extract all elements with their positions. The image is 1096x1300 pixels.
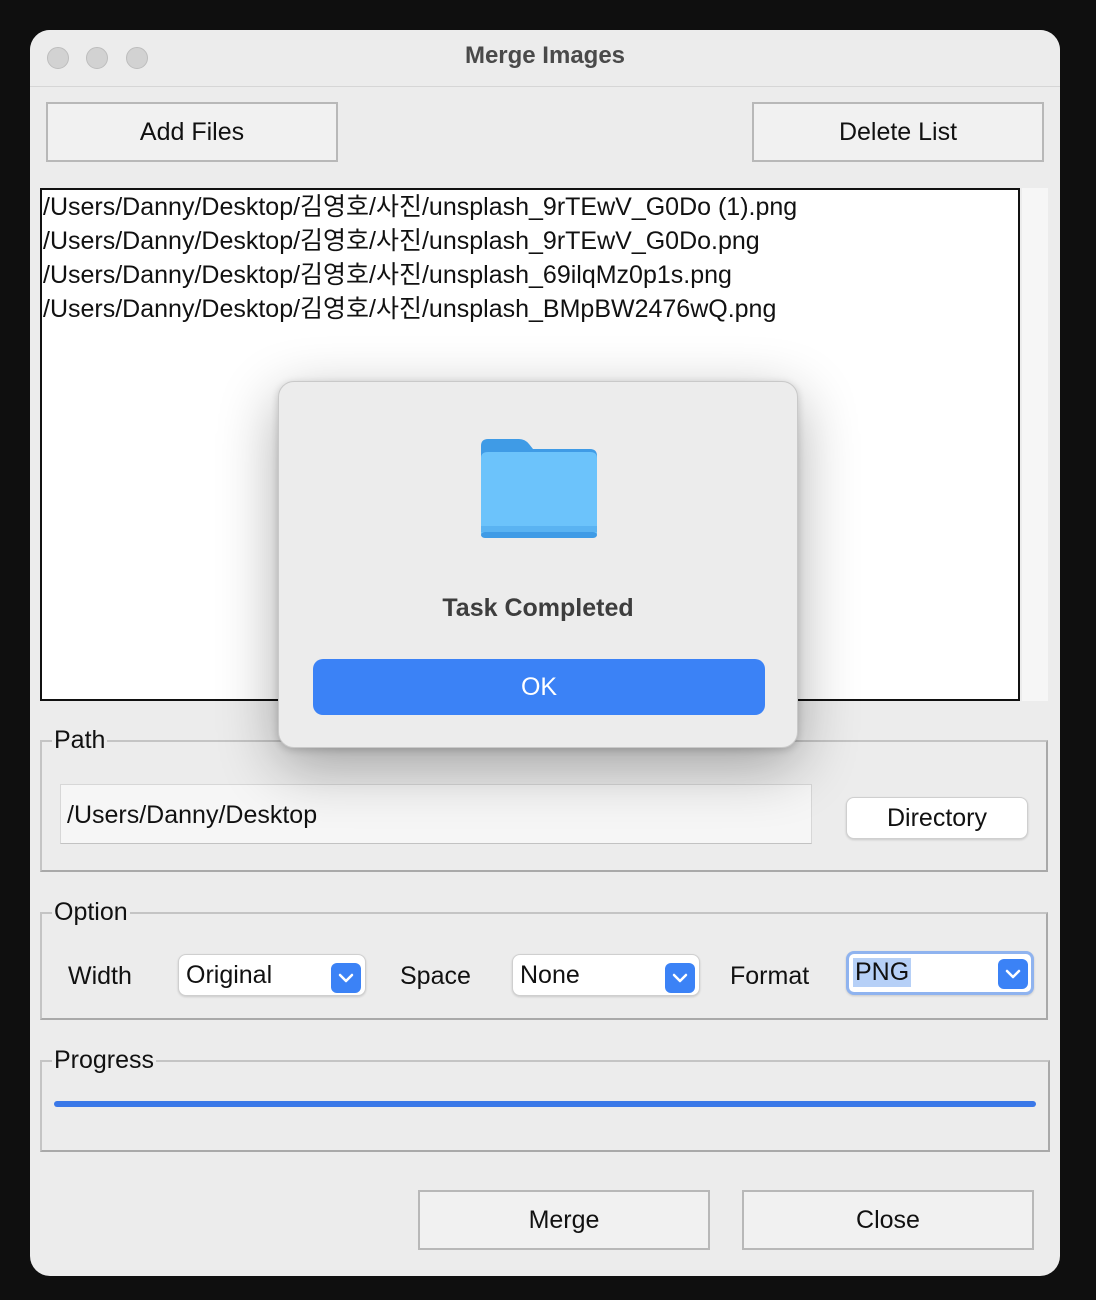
ok-button[interactable]: OK [313, 659, 765, 715]
list-item[interactable]: /Users/Danny/Desktop/김영호/사진/unsplash_9rT… [42, 190, 1018, 224]
list-item[interactable]: /Users/Danny/Desktop/김영호/사진/unsplash_BMp… [42, 292, 1018, 326]
space-select[interactable]: None [512, 954, 700, 996]
width-label: Width [68, 962, 132, 990]
space-label: Space [400, 962, 471, 990]
progress-legend: Progress [54, 1046, 155, 1074]
dialog-message: Task Completed [442, 594, 634, 622]
title-bar: Merge Images [30, 30, 1060, 87]
chevron-down-icon [665, 963, 695, 993]
width-select-value: Original [186, 961, 273, 989]
add-files-button[interactable]: Add Files [46, 102, 338, 162]
progress-group: Progress [40, 1046, 1050, 1152]
file-list-scrollbar[interactable] [1022, 188, 1048, 701]
option-legend: Option [54, 898, 128, 926]
space-select-value: None [520, 961, 580, 989]
list-item[interactable]: /Users/Danny/Desktop/김영호/사진/unsplash_9rT… [42, 224, 1018, 258]
path-legend: Path [54, 726, 106, 754]
merge-button[interactable]: Merge [418, 1190, 710, 1250]
width-select[interactable]: Original [178, 954, 366, 996]
chevron-down-icon [998, 959, 1028, 989]
format-select-value: PNG [853, 958, 912, 987]
delete-list-button[interactable]: Delete List [752, 102, 1044, 162]
folder-icon [477, 436, 601, 545]
window-title: Merge Images [464, 42, 626, 69]
chevron-down-icon [331, 963, 361, 993]
progress-bar [54, 1101, 1036, 1107]
format-label: Format [730, 962, 810, 990]
close-button[interactable]: Close [742, 1190, 1034, 1250]
list-item[interactable]: /Users/Danny/Desktop/김영호/사진/unsplash_69i… [42, 258, 1018, 292]
format-select[interactable]: PNG [846, 951, 1034, 995]
directory-button[interactable]: Directory [846, 797, 1028, 839]
task-completed-dialog: Task Completed OK [278, 381, 798, 748]
path-field[interactable]: /Users/Danny/Desktop [60, 784, 812, 844]
